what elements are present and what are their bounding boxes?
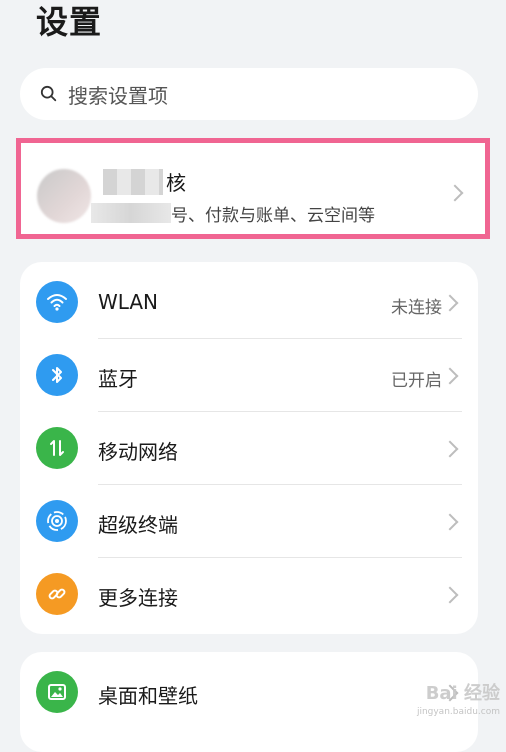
display-group: 桌面和壁纸 xyxy=(20,652,478,752)
settings-item-status: 已开启 xyxy=(391,371,442,391)
settings-item-bluetooth[interactable]: 蓝牙 已开启 xyxy=(20,339,478,411)
watermark-url: jingyan.baidu.com xyxy=(416,707,500,717)
page-title: 设置 xyxy=(36,3,103,41)
wallpaper-icon xyxy=(36,671,78,713)
settings-item-more-connections[interactable]: 更多连接 xyxy=(20,558,478,630)
chevron-right-icon xyxy=(441,294,459,312)
search-input[interactable]: 搜索设置项 xyxy=(20,68,478,120)
wifi-icon xyxy=(36,281,78,323)
chevron-right-icon xyxy=(441,367,459,385)
chevron-right-icon xyxy=(441,586,459,604)
link-icon xyxy=(36,573,78,615)
account-name: 核 xyxy=(166,171,186,195)
settings-item-label: 桌面和壁纸 xyxy=(98,684,198,708)
account-subtitle: 号、付款与账单、云空间等 xyxy=(171,206,375,226)
super-device-icon xyxy=(36,500,78,542)
account-subtitle-redacted xyxy=(91,203,171,223)
connectivity-group: WLAN 未连接 蓝牙 已开启 移动网络 超级终端 更多连接 xyxy=(20,262,478,634)
account-card[interactable]: 核 号、付款与账单、云空间等 xyxy=(16,138,490,239)
account-name-redacted xyxy=(103,169,163,195)
watermark-logo: Bai 经验 xyxy=(425,683,500,704)
settings-item-label: 蓝牙 xyxy=(98,367,138,391)
settings-item-mobile-network[interactable]: 移动网络 xyxy=(20,412,478,484)
settings-item-label: 超级终端 xyxy=(98,513,178,537)
settings-item-status: 未连接 xyxy=(391,298,442,318)
settings-item-wallpaper[interactable]: 桌面和壁纸 xyxy=(20,656,478,728)
settings-item-wlan[interactable]: WLAN 未连接 xyxy=(20,266,478,338)
chevron-right-icon xyxy=(441,513,459,531)
bluetooth-icon xyxy=(36,354,78,396)
chevron-right-icon xyxy=(446,184,464,202)
watermark: Bai 经验 jingyan.baidu.com xyxy=(417,685,500,721)
settings-item-label: WLAN xyxy=(98,290,159,314)
settings-item-label: 更多连接 xyxy=(98,586,178,610)
settings-item-label: 移动网络 xyxy=(98,440,178,464)
settings-item-super-device[interactable]: 超级终端 xyxy=(20,485,478,557)
mobile-data-icon xyxy=(36,427,78,469)
avatar xyxy=(37,169,91,223)
chevron-right-icon xyxy=(441,440,459,458)
search-placeholder: 搜索设置项 xyxy=(68,83,168,108)
search-icon xyxy=(40,85,57,102)
